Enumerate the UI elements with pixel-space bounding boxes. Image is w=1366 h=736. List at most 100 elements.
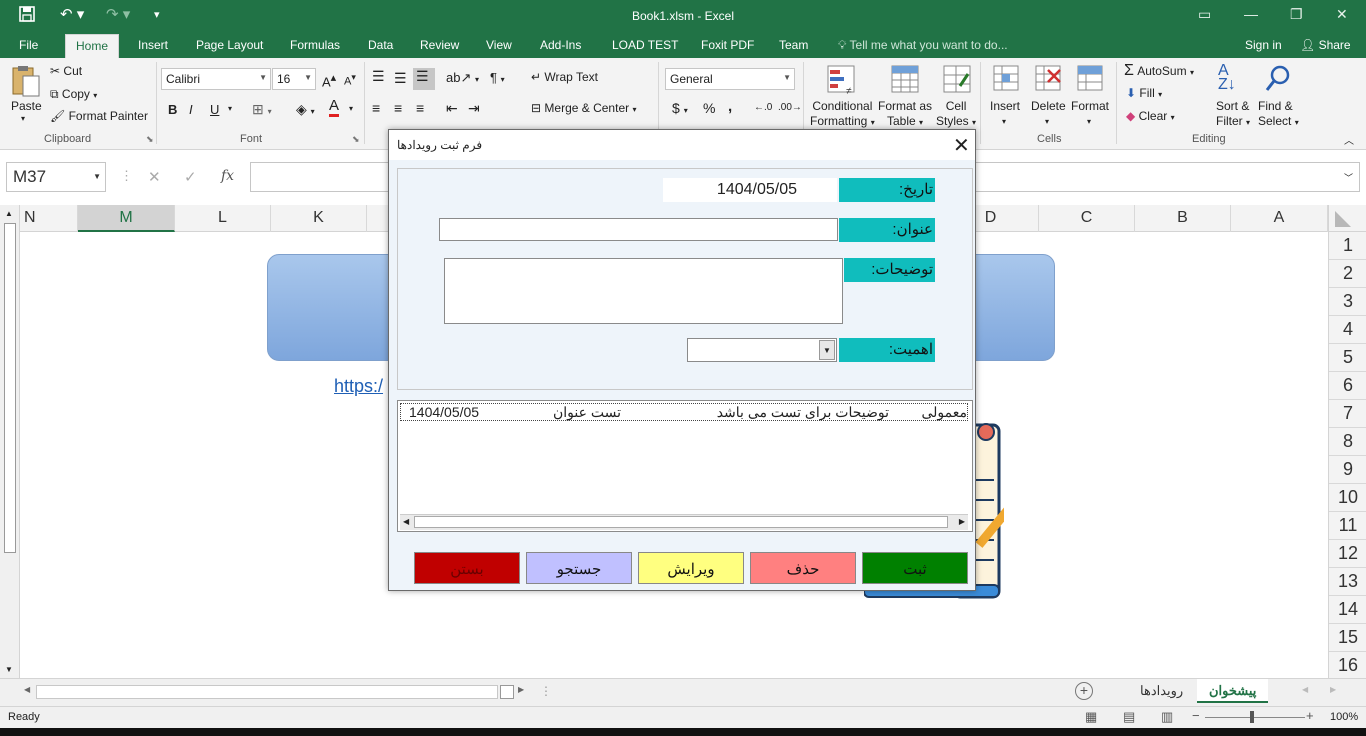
font-size-select[interactable]: 16 ▼ bbox=[272, 68, 316, 90]
row-header[interactable]: 9 bbox=[1329, 456, 1366, 484]
tab-file[interactable]: File bbox=[19, 38, 38, 52]
cancel-entry-icon[interactable]: ✕ bbox=[148, 168, 161, 186]
italic-button[interactable]: I bbox=[189, 102, 193, 117]
format-cells-button[interactable]: Format ▾ bbox=[1071, 99, 1109, 127]
cell-styles-icon[interactable] bbox=[942, 64, 974, 99]
insert-cells-button[interactable]: Insert ▾ bbox=[990, 99, 1020, 127]
sort-filter-icon[interactable]: A Z↓ bbox=[1218, 63, 1236, 93]
cut-button[interactable]: ✂ Cut bbox=[50, 64, 82, 78]
scroll-right-icon[interactable]: ▶ bbox=[959, 517, 965, 526]
events-listbox[interactable]: معمولی توضیحات برای تست می باشد تست عنوا… bbox=[397, 400, 973, 532]
tab-home[interactable]: Home bbox=[65, 34, 120, 58]
zoom-out-icon[interactable]: − bbox=[1192, 708, 1200, 723]
tab-add-ins[interactable]: Add-Ins bbox=[540, 38, 581, 52]
tab-team[interactable]: Team bbox=[779, 38, 808, 52]
delete-cells-button[interactable]: Delete ▾ bbox=[1031, 99, 1066, 127]
tab-review[interactable]: Review bbox=[420, 38, 459, 52]
page-layout-view-icon[interactable]: ▤ bbox=[1123, 709, 1135, 725]
description-textarea[interactable] bbox=[444, 258, 843, 324]
minimize-icon[interactable]: — bbox=[1244, 6, 1258, 22]
font-color-dropdown-icon[interactable]: ▾ bbox=[349, 104, 353, 113]
fill-color-icon[interactable]: ◈ ▾ bbox=[296, 101, 315, 118]
insert-function-icon[interactable]: fx bbox=[221, 168, 234, 184]
underline-button[interactable]: U bbox=[210, 102, 219, 117]
row-header[interactable]: 4 bbox=[1329, 316, 1366, 344]
horizontal-scroll-thumb[interactable] bbox=[500, 685, 514, 699]
confirm-entry-icon[interactable]: ✓ bbox=[184, 168, 197, 186]
delete-button[interactable]: حذف bbox=[750, 552, 856, 584]
bold-button[interactable]: B bbox=[168, 102, 177, 117]
zoom-in-icon[interactable]: + bbox=[1306, 708, 1314, 723]
vertical-scroll-thumb[interactable] bbox=[4, 223, 16, 553]
close-window-icon[interactable]: ✕ bbox=[1336, 6, 1348, 23]
list-item[interactable]: معمولی توضیحات برای تست می باشد تست عنوا… bbox=[400, 403, 968, 421]
find-select-button[interactable]: Find & Select ▾ bbox=[1258, 99, 1299, 130]
row-header[interactable]: 5 bbox=[1329, 344, 1366, 372]
paste-dropdown-icon[interactable]: ▾ bbox=[21, 114, 25, 123]
new-sheet-icon[interactable]: + bbox=[1075, 682, 1093, 700]
listbox-scroll-thumb[interactable] bbox=[414, 516, 948, 528]
tab-data[interactable]: Data bbox=[368, 38, 393, 52]
date-input[interactable]: 1404/05/05 bbox=[663, 178, 837, 202]
select-all-corner[interactable] bbox=[1328, 205, 1366, 232]
name-box[interactable]: M37 ▼ bbox=[6, 162, 106, 192]
align-middle-icon[interactable]: ☰ bbox=[394, 70, 407, 87]
delete-cells-icon[interactable] bbox=[1034, 64, 1064, 97]
row-header[interactable]: 8 bbox=[1329, 428, 1366, 456]
paste-icon[interactable] bbox=[10, 64, 42, 98]
expand-formula-icon[interactable]: ﹀ bbox=[1344, 171, 1353, 184]
scroll-up-icon[interactable]: ▲ bbox=[5, 209, 13, 218]
currency-button[interactable]: $ ▾ bbox=[672, 100, 688, 116]
paste-button[interactable]: Paste bbox=[11, 99, 42, 113]
tab-foxit-pdf[interactable]: Foxit PDF bbox=[701, 38, 754, 52]
restore-icon[interactable]: ❐ bbox=[1290, 6, 1303, 23]
horizontal-scroll-track[interactable] bbox=[36, 685, 498, 699]
autosum-button[interactable]: Σ AutoSum ▾ bbox=[1124, 62, 1194, 80]
tab-load-test[interactable]: LOAD TEST bbox=[612, 38, 678, 52]
align-bottom-icon[interactable]: ☰ bbox=[413, 68, 435, 90]
column-header-a[interactable]: A bbox=[1231, 205, 1328, 232]
align-center-icon[interactable]: ≡ bbox=[394, 100, 402, 116]
paragraph-direction-icon[interactable]: ¶ ▾ bbox=[490, 70, 505, 85]
grow-font-icon[interactable]: A▴ bbox=[322, 71, 336, 89]
importance-select[interactable]: ▼ bbox=[687, 338, 837, 362]
scroll-left-icon[interactable]: ◀ bbox=[24, 685, 30, 694]
column-header-b[interactable]: B bbox=[1135, 205, 1231, 232]
column-header-c[interactable]: C bbox=[1039, 205, 1135, 232]
clear-button[interactable]: ◆ Clear ▾ bbox=[1126, 109, 1175, 123]
conditional-formatting-button[interactable]: Conditional Formatting ▾ bbox=[810, 99, 875, 130]
sort-filter-button[interactable]: Sort & Filter ▾ bbox=[1216, 99, 1250, 130]
find-select-icon[interactable] bbox=[1264, 64, 1292, 97]
share-button[interactable]: 👤︎ Share bbox=[1300, 38, 1351, 52]
sheet-hyperlink[interactable]: https:/ bbox=[334, 376, 383, 397]
font-launcher-icon[interactable]: ⬊ bbox=[352, 134, 360, 145]
font-name-select[interactable]: Calibri ▼ bbox=[161, 68, 271, 90]
row-header[interactable]: 6 bbox=[1329, 372, 1366, 400]
decrease-decimal-icon[interactable]: .00→ bbox=[778, 102, 802, 113]
align-top-icon[interactable]: ☰ bbox=[372, 68, 385, 85]
row-header[interactable]: 13 bbox=[1329, 568, 1366, 596]
increase-decimal-icon[interactable]: ←.0 bbox=[754, 102, 772, 113]
font-color-icon[interactable]: A bbox=[329, 98, 340, 117]
sheet-tab-events[interactable]: رویدادها bbox=[1128, 679, 1195, 703]
collapse-ribbon-icon[interactable]: ︿ bbox=[1344, 132, 1354, 147]
column-header-m[interactable]: M bbox=[78, 205, 175, 232]
dialog-close-icon[interactable]: ✕ bbox=[953, 133, 970, 158]
align-left-icon[interactable]: ≡ bbox=[372, 100, 380, 116]
row-header[interactable]: 7 bbox=[1329, 400, 1366, 428]
zoom-slider-thumb[interactable] bbox=[1250, 711, 1254, 723]
submit-button[interactable]: ثبت bbox=[862, 552, 968, 584]
tab-view[interactable]: View bbox=[486, 38, 512, 52]
number-format-select[interactable]: General ▼ bbox=[665, 68, 795, 90]
scroll-left-icon[interactable]: ◀ bbox=[403, 517, 409, 526]
signin-link[interactable]: Sign in bbox=[1245, 38, 1282, 52]
row-header[interactable]: 3 bbox=[1329, 288, 1366, 316]
chevron-down-icon[interactable]: ▼ bbox=[819, 340, 835, 360]
underline-dropdown-icon[interactable]: ▾ bbox=[228, 104, 232, 113]
next-sheet-icon[interactable]: ▶ bbox=[1330, 685, 1336, 694]
tell-me-box[interactable]: 💡︎ Tell me what you want to do... bbox=[838, 38, 1008, 53]
zoom-level[interactable]: 100% bbox=[1330, 711, 1358, 723]
format-cells-icon[interactable] bbox=[1076, 64, 1106, 97]
edit-button[interactable]: ویرایش bbox=[638, 552, 744, 584]
orientation-icon[interactable]: ab↗ ▾ bbox=[446, 70, 479, 86]
